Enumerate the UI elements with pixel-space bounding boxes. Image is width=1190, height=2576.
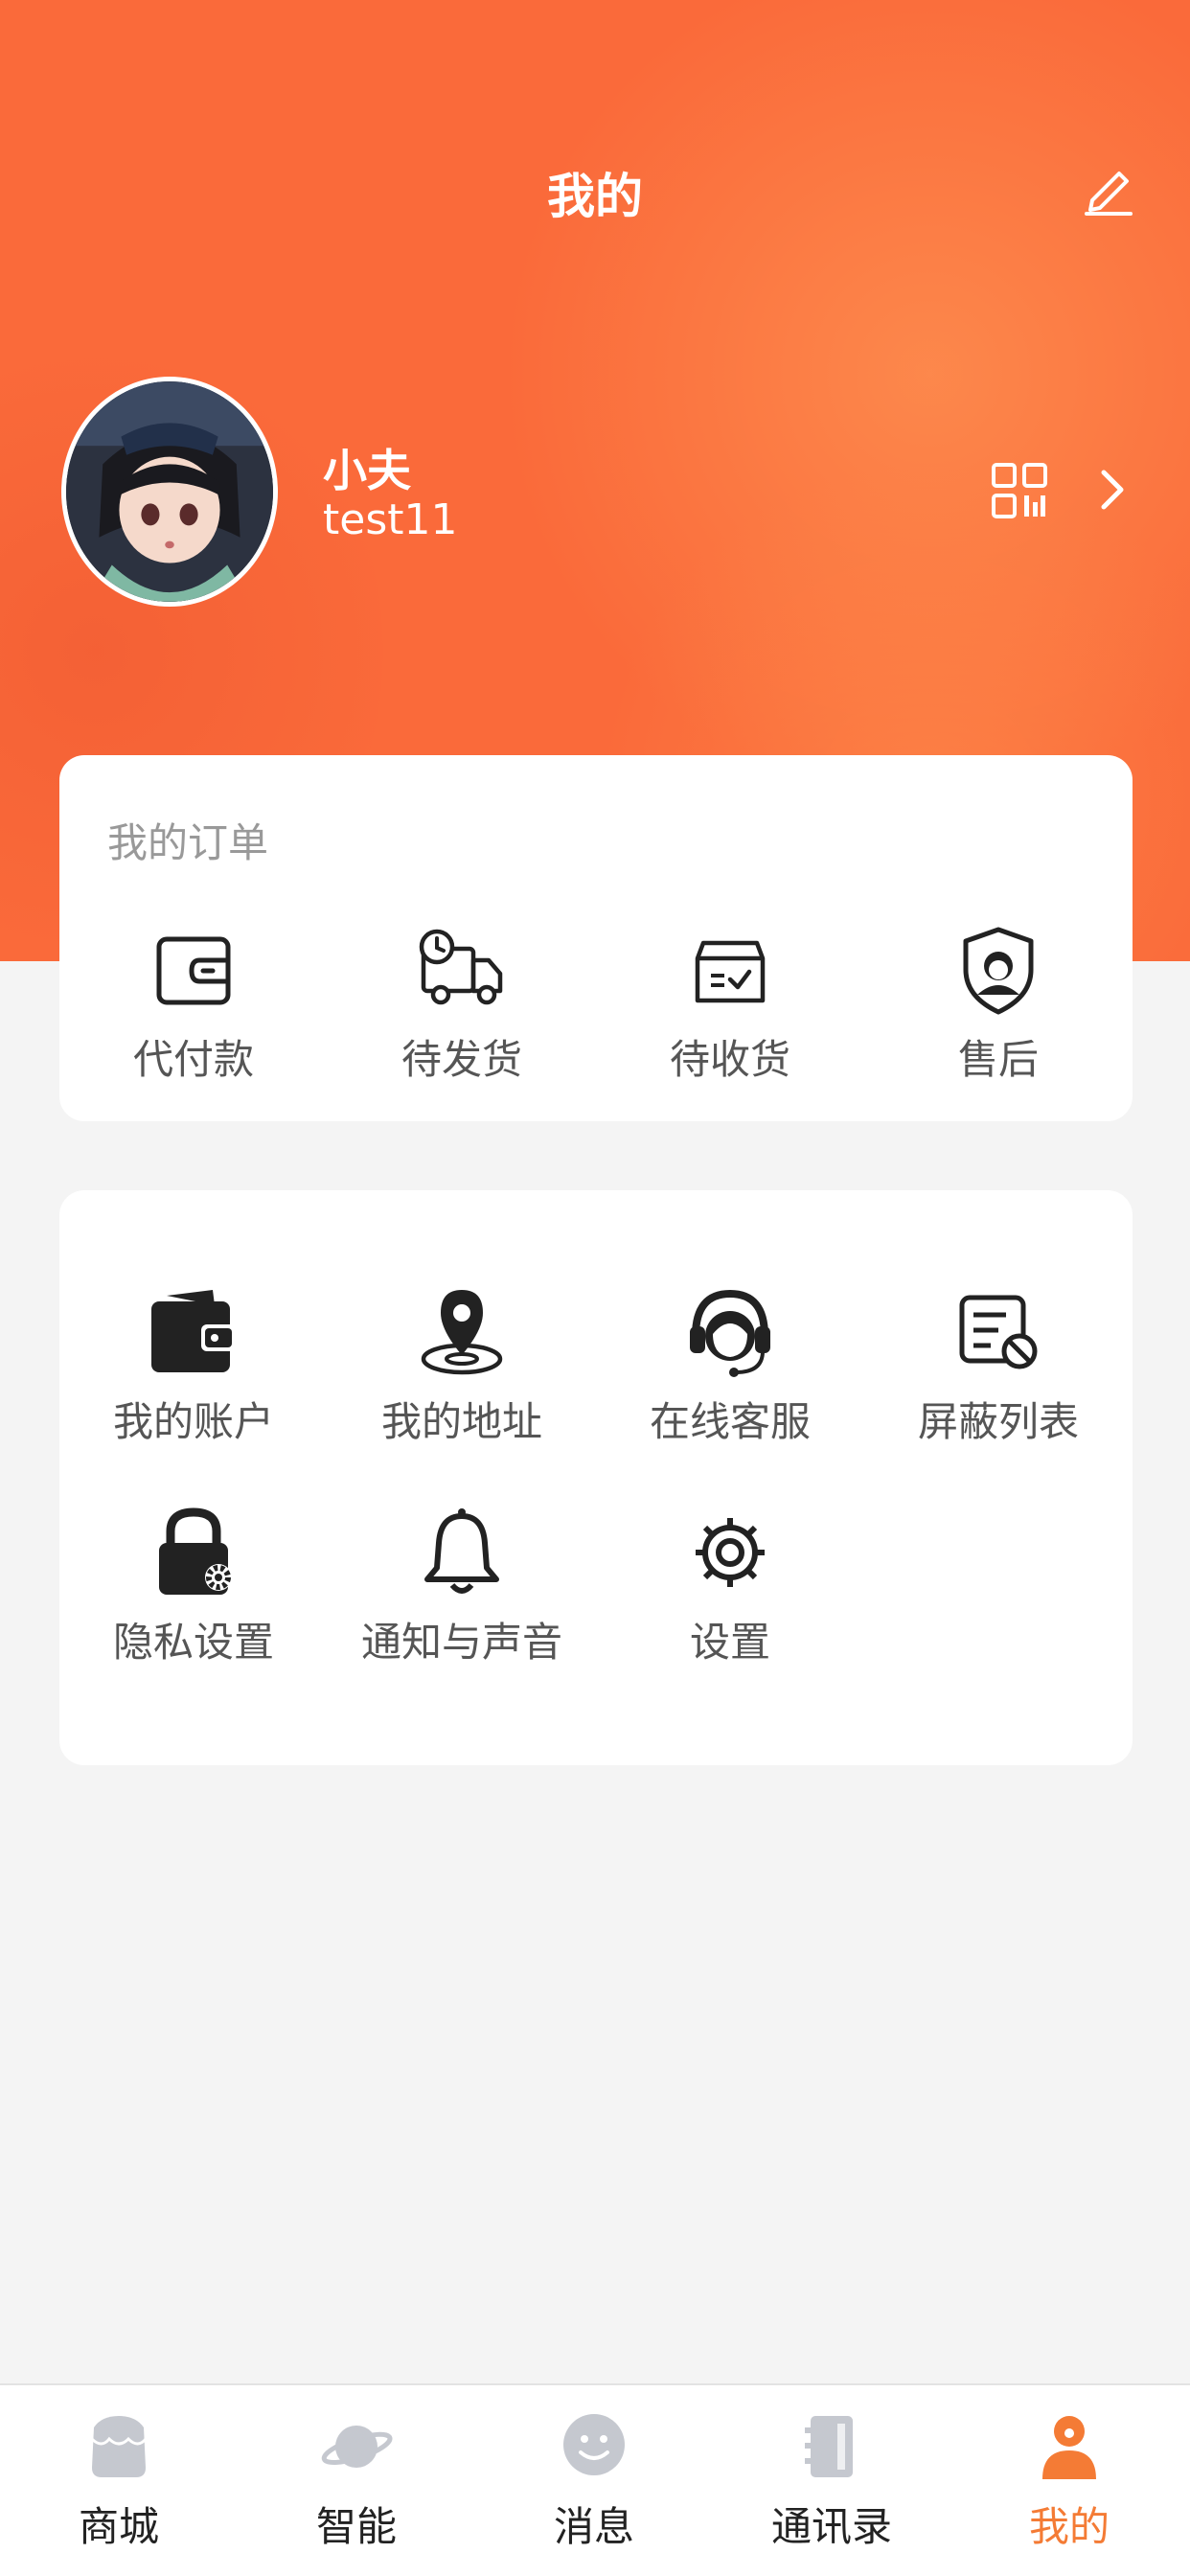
service-item-block-list[interactable]: 屏蔽列表 bbox=[874, 1284, 1123, 1448]
message-smile-icon bbox=[563, 2414, 625, 2475]
avatar[interactable] bbox=[61, 377, 278, 607]
service-item-label: 屏蔽列表 bbox=[917, 1398, 1079, 1445]
tab-label: 商城 bbox=[78, 2503, 159, 2550]
account-wallet-icon bbox=[151, 1290, 236, 1372]
username: 小夫 bbox=[323, 445, 411, 496]
order-item-after-sales[interactable]: 售后 bbox=[874, 922, 1123, 1086]
order-item-label: 代付款 bbox=[132, 1036, 254, 1083]
tab-label: 智能 bbox=[315, 2503, 397, 2550]
bell-icon bbox=[424, 1508, 499, 1594]
service-item-label: 我的地址 bbox=[380, 1398, 542, 1445]
service-item-label: 在线客服 bbox=[649, 1398, 811, 1445]
tab-mine[interactable]: 我的 bbox=[950, 2385, 1188, 2576]
order-item-label: 待收货 bbox=[669, 1036, 790, 1083]
service-item-label: 隐私设置 bbox=[112, 1619, 274, 1666]
location-pin-icon bbox=[421, 1290, 503, 1375]
service-item-privacy-settings[interactable]: 隐私设置 bbox=[69, 1505, 318, 1668]
planet-icon bbox=[321, 2426, 393, 2468]
tab-label: 消息 bbox=[553, 2503, 634, 2550]
delivery-truck-icon bbox=[419, 929, 503, 1005]
service-item-label: 通知与声音 bbox=[360, 1619, 562, 1666]
headset-icon bbox=[690, 1289, 770, 1377]
service-item-my-account[interactable]: 我的账户 bbox=[69, 1284, 318, 1448]
tab-shop[interactable]: 商城 bbox=[0, 2385, 238, 2576]
user-id: test11 bbox=[323, 495, 458, 544]
tab-smart[interactable]: 智能 bbox=[238, 2385, 475, 2576]
chevron-right-icon[interactable] bbox=[1098, 467, 1127, 513]
order-item-pending-payment[interactable]: 代付款 bbox=[69, 922, 318, 1086]
service-item-my-address[interactable]: 我的地址 bbox=[337, 1284, 586, 1448]
service-item-label: 设置 bbox=[689, 1619, 770, 1666]
service-item-notification-sound[interactable]: 通知与声音 bbox=[337, 1505, 586, 1668]
page-title: 我的 bbox=[547, 169, 643, 224]
edit-icon[interactable] bbox=[1077, 158, 1138, 219]
tab-label: 我的 bbox=[1028, 2503, 1110, 2550]
services-card bbox=[59, 1190, 1133, 1765]
package-box-icon bbox=[695, 940, 766, 1003]
qr-code-icon[interactable] bbox=[991, 462, 1048, 519]
user-icon bbox=[1042, 2416, 1096, 2479]
contacts-book-icon bbox=[805, 2416, 853, 2477]
gear-icon bbox=[696, 1518, 765, 1587]
order-item-label: 待发货 bbox=[400, 1036, 522, 1083]
tab-label: 通讯录 bbox=[770, 2503, 892, 2550]
order-item-to-receive[interactable]: 待收货 bbox=[606, 922, 855, 1086]
block-list-icon bbox=[959, 1295, 1038, 1369]
service-item-label: 我的账户 bbox=[112, 1398, 274, 1445]
orders-title: 我的订单 bbox=[107, 819, 269, 866]
tab-messages[interactable]: 消息 bbox=[475, 2385, 713, 2576]
service-shield-icon bbox=[963, 927, 1034, 1015]
service-item-settings[interactable]: 设置 bbox=[606, 1505, 855, 1668]
bottom-tab-bar: 商城 智能 消息 通讯录 我的 bbox=[0, 2383, 1190, 2576]
service-item-online-support[interactable]: 在线客服 bbox=[606, 1284, 855, 1448]
tab-contacts[interactable]: 通讯录 bbox=[713, 2385, 950, 2576]
wallet-icon bbox=[156, 936, 231, 1005]
order-item-to-ship[interactable]: 待发货 bbox=[337, 922, 586, 1086]
order-item-label: 售后 bbox=[957, 1036, 1039, 1083]
avatar-image bbox=[66, 381, 273, 602]
privacy-lock-icon bbox=[159, 1507, 232, 1595]
shop-icon bbox=[90, 2416, 148, 2477]
